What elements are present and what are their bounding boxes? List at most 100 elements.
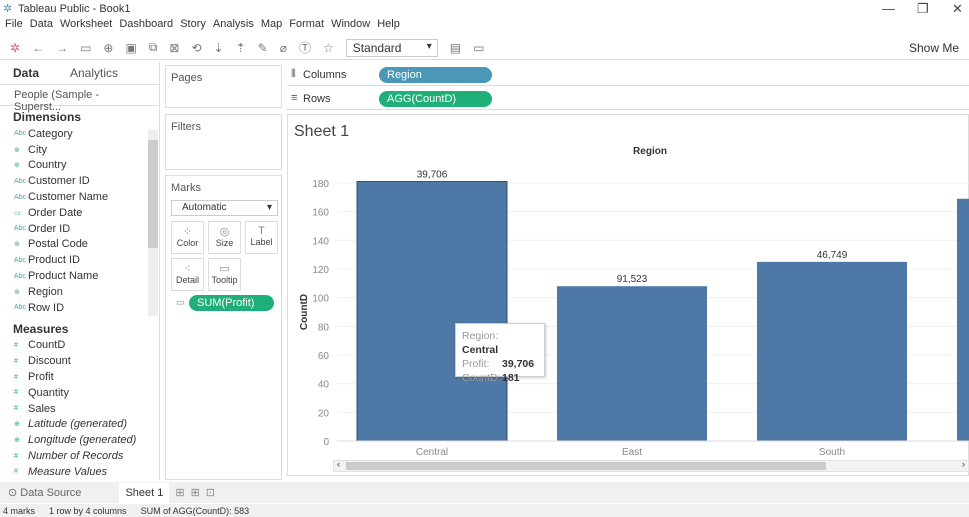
label-button[interactable]: T Label	[245, 221, 278, 254]
region-pill[interactable]: Region	[379, 67, 492, 83]
close-icon[interactable]: ✕	[952, 1, 963, 17]
field-country[interactable]: ⊕ Country	[0, 158, 150, 174]
menu-map[interactable]: Map	[261, 18, 282, 34]
menu-format[interactable]: Format	[289, 18, 324, 34]
swap-icon[interactable]: ⟲	[191, 41, 201, 55]
clear-sheet-icon[interactable]: ⊠	[169, 41, 179, 55]
sheet-title: Sheet 1	[294, 123, 350, 140]
scroll-left-icon[interactable]: ‹	[337, 459, 340, 469]
field-customer-id[interactable]: Abc Customer ID	[0, 173, 150, 189]
field-city[interactable]: ⊕ City	[0, 142, 150, 158]
field-quantity[interactable]: # Quantity	[0, 385, 150, 401]
field-discount[interactable]: # Discount	[0, 353, 150, 369]
minimize-icon[interactable]: —	[882, 1, 895, 16]
field-postal-code[interactable]: ⊕ Postal Code	[0, 237, 150, 253]
dimension-type-icon: Abc	[14, 256, 27, 264]
field-product-id[interactable]: Abc Product ID	[0, 252, 150, 268]
scroll-right-icon[interactable]: ›	[962, 459, 965, 469]
tooltip-label: CountD:	[462, 372, 501, 384]
field-longitude-generated-[interactable]: ⊕ Longitude (generated)	[0, 432, 150, 448]
tooltip-encoding-icon: ▭	[176, 297, 185, 307]
sort-desc-icon[interactable]: ⇡	[236, 41, 246, 55]
datasource-item[interactable]: People (Sample - Superst...	[0, 84, 160, 113]
menu-window[interactable]: Window	[331, 18, 370, 34]
field-countd[interactable]: # CountD	[0, 338, 150, 354]
color-button[interactable]: ⁘ Color	[171, 221, 204, 254]
scroll-thumb[interactable]	[346, 462, 826, 470]
app-icon: ✲	[3, 3, 13, 15]
menu-story[interactable]: Story	[180, 18, 206, 34]
sort-asc-icon[interactable]: ⇣	[214, 41, 224, 55]
field-order-id[interactable]: Abc Order ID	[0, 221, 150, 237]
field-category[interactable]: Abc Category	[0, 126, 150, 142]
menu-worksheet[interactable]: Worksheet	[60, 18, 112, 34]
tooltip-button[interactable]: ▭ Tooltip	[208, 258, 241, 291]
menu-dashboard[interactable]: Dashboard	[119, 18, 173, 34]
field-order-date[interactable]: ▭ Order Date	[0, 205, 150, 221]
menu-file[interactable]: File	[5, 18, 23, 34]
tab-analytics[interactable]: Analytics	[70, 62, 118, 84]
columns-shelf: ⦀ Columns Region	[287, 64, 969, 86]
restore-icon[interactable]: ❐	[917, 1, 929, 17]
highlight-icon[interactable]: ✎	[258, 41, 268, 55]
save-icon[interactable]: ▭	[80, 41, 91, 55]
countd-pill[interactable]: AGG(CountD)	[379, 91, 492, 107]
profit-pill[interactable]: SUM(Profit)	[189, 295, 274, 311]
tooltip-label: Region:	[462, 330, 499, 342]
field-number-of-records[interactable]: # Number of Records	[0, 448, 150, 464]
mark-type-select[interactable]: Automatic	[171, 200, 278, 216]
group-icon[interactable]: ⌀	[280, 41, 287, 55]
filters-card[interactable]: Filters	[165, 114, 282, 170]
new-dashboard-tab-icon[interactable]: ⊞	[191, 486, 200, 499]
tab-data-source[interactable]: ⊙ Data Source	[0, 486, 89, 499]
rows-label: Rows	[303, 93, 331, 105]
tab-data[interactable]: Data	[13, 62, 39, 84]
detail-button[interactable]: ⁖ Detail	[171, 258, 204, 291]
measure-type-icon: #	[14, 405, 18, 413]
tableau-logo-icon[interactable]: ✲	[10, 41, 20, 55]
size-button[interactable]: ◎ Size	[208, 221, 241, 254]
field-sales[interactable]: # Sales	[0, 401, 150, 417]
tooltip-value: 39,706	[502, 358, 535, 370]
dimension-type-icon: ⊕	[14, 288, 20, 296]
menu-help[interactable]: Help	[377, 18, 400, 34]
x-tick-label: East	[622, 447, 642, 458]
y-tick-label: 180	[312, 179, 329, 190]
tab-sheet-1[interactable]: Sheet 1	[119, 482, 170, 503]
tooltip-value: Central	[462, 344, 499, 356]
dimension-type-icon: ▭	[14, 209, 21, 217]
y-tick-label: 20	[318, 408, 330, 419]
show-cards-icon[interactable]: ▤	[450, 41, 461, 55]
presentation-icon[interactable]: ▭	[473, 41, 484, 55]
new-story-tab-icon[interactable]: ⊡	[206, 486, 215, 499]
status-marks: 4 marks	[3, 505, 36, 516]
horizontal-scrollbar[interactable]: ‹ ›	[333, 459, 969, 472]
field-label: Country	[28, 159, 67, 172]
field-profit[interactable]: # Profit	[0, 369, 150, 385]
label-icon: T	[258, 225, 265, 237]
show-labels-icon[interactable]: Ⓣ	[299, 39, 311, 56]
duplicate-icon[interactable]: ⧉	[149, 40, 158, 55]
field-label: Order Date	[28, 206, 83, 219]
detail-icon: ⁖	[184, 263, 191, 275]
show-me-button[interactable]: Show Me	[909, 41, 959, 55]
menu-analysis[interactable]: Analysis	[213, 18, 254, 34]
redo-icon[interactable]: →	[56, 41, 68, 55]
new-worksheet-icon[interactable]: ▣	[125, 41, 136, 55]
new-datasource-icon[interactable]: ⊕	[103, 41, 113, 55]
field-latitude-generated-[interactable]: ⊕ Latitude (generated)	[0, 417, 150, 433]
pin-icon[interactable]: ☆	[323, 41, 334, 55]
pages-card[interactable]: Pages	[165, 65, 282, 108]
field-measure-values[interactable]: # Measure Values	[0, 464, 150, 480]
field-customer-name[interactable]: Abc Customer Name	[0, 189, 150, 205]
field-region[interactable]: ⊕ Region	[0, 284, 150, 300]
y-tick-label: 0	[323, 437, 329, 448]
dimensions-scrollbar[interactable]	[148, 130, 158, 316]
new-worksheet-tab-icon[interactable]: ⊞	[175, 486, 184, 499]
field-product-name[interactable]: Abc Product Name	[0, 268, 150, 284]
fit-select[interactable]: Standard	[345, 38, 438, 57]
data-label: 46,749	[817, 250, 848, 261]
field-row-id[interactable]: Abc Row ID	[0, 300, 150, 316]
menu-data[interactable]: Data	[30, 18, 53, 34]
undo-icon[interactable]: ←	[32, 41, 44, 55]
